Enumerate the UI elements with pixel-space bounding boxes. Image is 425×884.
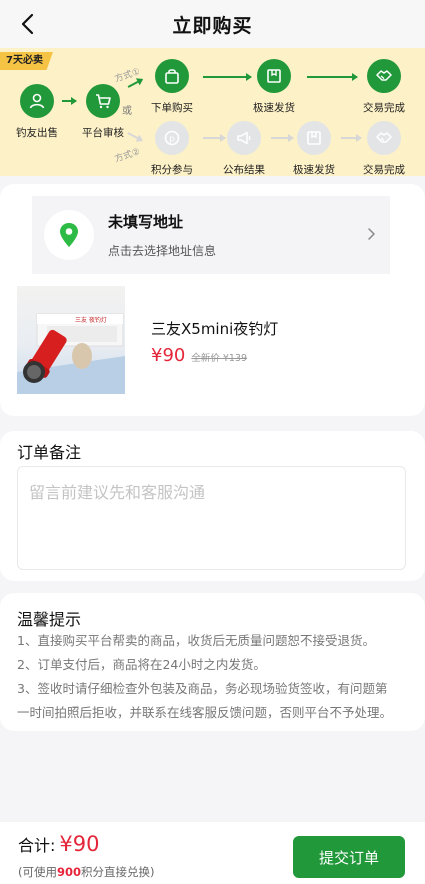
address-title: 未填写地址 — [108, 213, 184, 231]
submit-order-button[interactable]: 提交订单 — [293, 836, 405, 878]
flow-step-done: 交易完成 — [352, 121, 416, 176]
points-value: 900 — [57, 865, 82, 879]
flow-step-label: 下单购买 — [151, 102, 193, 114]
flow-arrow — [307, 73, 358, 80]
product-price: ¥90 — [151, 345, 186, 366]
flow-step-seller: 钓友出售 — [5, 84, 69, 140]
flow-step-points: p 积分参与 — [140, 121, 204, 176]
tip-line: 2、订单支付后，商品将在24小时之内发货。 — [17, 657, 266, 672]
flow-step-label: 钓友出售 — [16, 127, 58, 139]
total-row: 合计: ¥90 — [18, 832, 100, 856]
remark-title: 订单备注 — [17, 443, 82, 462]
flow-step-done: 交易完成 — [352, 59, 416, 115]
remark-textarea[interactable]: 留言前建议先和客服沟通 — [17, 466, 406, 570]
product-price-row: ¥90 全新价 ¥139 — [151, 345, 247, 366]
flow-step-label: 极速发货 — [293, 164, 335, 176]
back-arrow-icon[interactable] — [14, 10, 42, 38]
user-icon — [20, 84, 54, 118]
package-icon — [257, 59, 291, 93]
total-label: 合计: — [18, 836, 56, 855]
total-value: ¥90 — [59, 832, 100, 856]
way-two-label: 方式② — [113, 147, 142, 165]
flow-step-order: 下单购买 — [140, 59, 204, 115]
points-suffix: 积分直接兑换) — [81, 865, 155, 879]
points-coin-icon: p — [155, 121, 189, 155]
tip-line: 一时间拍照后拒收，并联系在线客服反馈问题，否则平台不予处理。 — [17, 705, 393, 720]
flow-step-label: 交易完成 — [363, 164, 405, 176]
points-note: (可使用900积分直接兑换) — [18, 864, 155, 880]
svg-text:p: p — [169, 135, 175, 145]
address-hint: 点击去选择地址信息 — [108, 244, 217, 258]
flow-step-result: 公布结果 — [212, 121, 276, 176]
product-image[interactable]: 三友 夜钓灯 — [17, 286, 125, 394]
megaphone-icon — [227, 121, 261, 155]
cart-icon — [86, 84, 120, 118]
handshake-icon — [367, 121, 401, 155]
flow-step-ship: 极速发货 — [242, 59, 306, 115]
chevron-right-icon — [367, 226, 376, 245]
handshake-icon — [367, 59, 401, 93]
or-text: 或 — [122, 106, 132, 117]
shopping-bag-icon — [155, 59, 189, 93]
tips-title: 温馨提示 — [17, 610, 82, 629]
tip-line: 3、签收时请仔细检查外包装及商品，务必现场验货签收，有问题第 — [17, 681, 388, 696]
page-title: 立即购买 — [172, 14, 253, 37]
tip-line: 1、直接购买平台帮卖的商品，收货后无质量问题恕不接受退货。 — [17, 633, 375, 648]
seven-day-badge: 7天必卖 — [0, 52, 53, 70]
package-icon — [297, 121, 331, 155]
flow-step-ship: 极速发货 — [282, 121, 346, 176]
flow-step-label: 平台审核 — [82, 127, 124, 139]
points-prefix: (可使用 — [18, 865, 57, 879]
product-name: 三友X5mini夜钓灯 — [151, 320, 279, 338]
flow-step-label: 交易完成 — [363, 102, 405, 114]
sale-flow-banner: 7天必卖 钓友出售 平台审核 或 方式① 方式② 下单购买 极速发货 交易完成 … — [0, 48, 425, 176]
location-pin-icon — [44, 210, 94, 260]
address-selector[interactable]: 未填写地址 点击去选择地址信息 — [32, 196, 390, 274]
svg-text:三友 夜钓灯: 三友 夜钓灯 — [75, 316, 107, 324]
flow-step-label: 积分参与 — [151, 164, 193, 176]
flow-step-label: 极速发货 — [253, 102, 295, 114]
top-nav-bar: 立即购买 — [0, 0, 425, 48]
product-original-price: 全新价 ¥139 — [191, 353, 248, 364]
flow-step-label: 公布结果 — [223, 164, 265, 176]
